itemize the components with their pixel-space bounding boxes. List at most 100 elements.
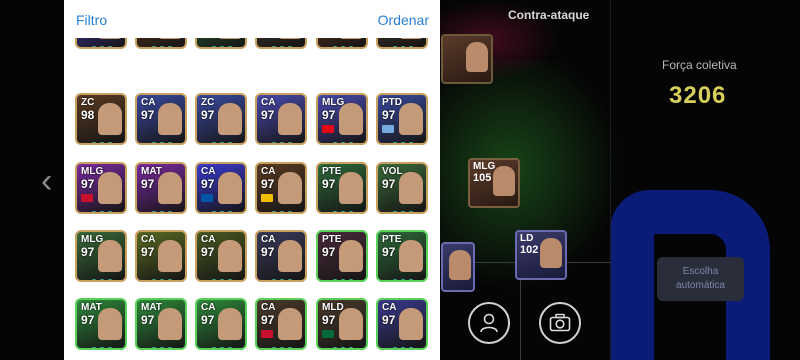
player-card[interactable]: PTE 97 [316, 230, 368, 282]
skill-badges [332, 204, 358, 212]
team-strength-value: 3206 [669, 82, 727, 109]
player-position: MAT [141, 302, 162, 313]
nation-flag-icon [261, 194, 273, 202]
player-position: LD [520, 233, 534, 244]
tactic-label: Contra-ataque [508, 8, 590, 22]
nation-flag-icon [201, 194, 213, 202]
player-card[interactable]: CA 97 [195, 230, 247, 282]
player-rating: 97 [322, 313, 336, 327]
player-portrait [339, 240, 363, 272]
player-rating: 97 [382, 177, 396, 191]
skill-badges [211, 135, 237, 143]
player-card[interactable]: ZC 98 [75, 93, 127, 145]
nation-flag-icon [261, 330, 273, 338]
sort-button[interactable]: Ordenar [378, 12, 429, 28]
player-card[interactable]: ZC 97 [195, 93, 247, 145]
pitch-player-card[interactable]: MLG 105 [468, 158, 520, 208]
player-card[interactable]: CA 97 [135, 93, 187, 145]
player-rating: 97 [141, 245, 155, 259]
player-card[interactable]: CA 97 [255, 162, 307, 214]
player-card[interactable]: PTD 97 [376, 93, 428, 145]
pitch-player-card[interactable]: LD 102 [515, 230, 567, 280]
player-portrait [98, 240, 122, 272]
skill-badges [332, 135, 358, 143]
skill-badges [151, 340, 177, 348]
player-card[interactable]: CA 97 [135, 230, 187, 282]
player-card[interactable]: CA 97 [376, 298, 428, 350]
skill-badges [211, 39, 237, 47]
skill-badges [211, 204, 237, 212]
player-position: MAT [81, 302, 102, 313]
skill-badges [271, 204, 297, 212]
player-card[interactable]: CA 97 [255, 93, 307, 145]
player-position: CA [201, 302, 216, 313]
player-rating: 97 [261, 313, 275, 327]
player-rating: 97 [81, 245, 95, 259]
player-portrait [158, 103, 182, 135]
player-position: CA [261, 166, 276, 177]
player-rating: 97 [201, 313, 215, 327]
pitch-player-card[interactable] [441, 242, 475, 292]
team-strength-label: Força coletiva [662, 58, 737, 72]
player-portrait [278, 240, 302, 272]
skill-badges [392, 340, 418, 348]
skill-badges [271, 272, 297, 280]
player-card[interactable]: MLG 97 [316, 93, 368, 145]
player-position: CA [201, 166, 216, 177]
player-card[interactable]: CA 97 [255, 298, 307, 350]
player-card[interactable]: PTE 97 [376, 230, 428, 282]
player-rating: 105 [473, 172, 492, 184]
skill-badges [271, 39, 297, 47]
player-card[interactable]: CA 97 [255, 230, 307, 282]
skill-badges [91, 204, 117, 212]
player-card[interactable]: MAT 97 [135, 298, 187, 350]
player-rating: 97 [322, 245, 336, 259]
player-card[interactable]: CA 97 [195, 298, 247, 350]
player-portrait [218, 103, 242, 135]
player-rating: 102 [520, 244, 539, 256]
skill-badges [271, 340, 297, 348]
pitch-player-card[interactable] [441, 34, 493, 84]
skill-badges [151, 272, 177, 280]
person-icon [480, 313, 498, 333]
player-position: CA [261, 97, 276, 108]
player-rating: 97 [261, 177, 275, 191]
skill-badges [151, 135, 177, 143]
player-position: MAT [141, 166, 162, 177]
player-position: CA [382, 302, 397, 313]
player-rating: 97 [382, 108, 396, 122]
player-position: CA [261, 302, 276, 313]
player-portrait [278, 103, 302, 135]
chevron-left-icon[interactable]: ‹ [41, 164, 52, 198]
player-portrait [98, 308, 122, 340]
player-position: PTE [382, 234, 402, 245]
player-rating: 97 [141, 108, 155, 122]
nation-flag-icon [382, 125, 394, 133]
skill-badges [151, 204, 177, 212]
player-card[interactable]: VOL 97 [376, 162, 428, 214]
camera-icon [549, 313, 571, 332]
player-portrait [449, 250, 471, 280]
auto-select-button[interactable]: Escolha automática [657, 257, 744, 301]
profile-button[interactable] [468, 302, 510, 344]
player-rating: 97 [261, 108, 275, 122]
skill-badges [151, 39, 177, 47]
player-position: PTE [322, 234, 342, 245]
player-card[interactable]: MLG 97 [75, 162, 127, 214]
player-card[interactable]: MAT 97 [135, 162, 187, 214]
player-card[interactable]: MAT 97 [75, 298, 127, 350]
skill-badges [332, 340, 358, 348]
filter-button[interactable]: Filtro [76, 12, 107, 28]
player-card[interactable]: CA 97 [195, 162, 247, 214]
nation-flag-icon [322, 330, 334, 338]
player-rating: 97 [141, 177, 155, 191]
player-portrait [466, 42, 488, 72]
player-position: CA [141, 97, 156, 108]
skill-badges [392, 272, 418, 280]
player-card[interactable]: PTE 97 [316, 162, 368, 214]
player-card[interactable]: MLG 97 [75, 230, 127, 282]
player-rating: 97 [141, 313, 155, 327]
player-card[interactable]: MLD 97 [316, 298, 368, 350]
player-portrait [339, 103, 363, 135]
camera-button[interactable] [539, 302, 581, 344]
